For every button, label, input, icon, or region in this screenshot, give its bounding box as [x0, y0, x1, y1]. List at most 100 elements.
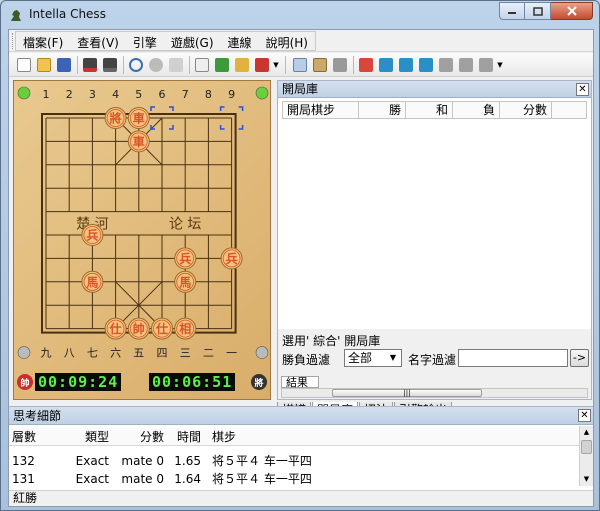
back-button[interactable] — [417, 56, 435, 74]
xiangqi-board[interactable]: 楚 河论 坛123456789九八七六五四三二一將車車兵兵兵馬馬仕帥仕相 — [13, 80, 271, 400]
name-filter-input[interactable] — [458, 349, 568, 367]
win-loss-filter-value: 全部 — [348, 351, 373, 365]
image-icon — [333, 58, 347, 72]
row-type: Exact — [75, 454, 109, 468]
menu-connect[interactable]: 連線 — [221, 32, 259, 50]
row-time: 1.64 — [174, 472, 201, 486]
stop-button[interactable] — [147, 56, 165, 74]
last-move-button[interactable] — [477, 56, 495, 74]
scroll-thumb[interactable] — [581, 440, 592, 454]
undo-icon — [359, 58, 373, 72]
prev-move-button[interactable] — [397, 56, 415, 74]
board-canvas[interactable]: 楚 河论 坛1 2 3 4 5 6 7 8 9九八七六五四三二一將 車車兵兵 兵馬 馬仕帥仕相 — [14, 81, 272, 371]
scroll-up-icon[interactable]: ▲ — [580, 426, 593, 439]
black-side-badge: 將 — [251, 374, 267, 390]
back-icon — [419, 58, 433, 72]
connect-button[interactable] — [213, 56, 231, 74]
column-number: 5 — [135, 88, 142, 101]
menu-view[interactable]: 查看(V) — [70, 32, 126, 50]
toolbar-overflow[interactable]: ▼ — [495, 56, 505, 74]
menu-help[interactable]: 說明(H) — [259, 32, 315, 50]
copy-button[interactable] — [291, 56, 309, 74]
folder-icon — [37, 58, 51, 72]
col-win[interactable]: 勝 — [359, 102, 406, 118]
status-bar: 紅勝 — [9, 490, 593, 506]
col-time[interactable]: 時間 — [169, 428, 201, 446]
window-title: Intella Chess — [29, 7, 106, 21]
col-type[interactable]: 類型 — [69, 428, 109, 446]
win-loss-filter-select[interactable]: 全部 ▼ — [344, 349, 402, 367]
menu-file[interactable]: 檔案(F) — [16, 32, 70, 50]
row-score: mate 0 — [121, 454, 164, 468]
table-row[interactable]: 132 Exact mate 0 1.65 将５平４ 车一平四 — [9, 452, 579, 470]
column-number: 9 — [228, 88, 235, 101]
horizontal-scrollbar[interactable]: ||| — [281, 388, 588, 398]
column-number: 七 — [87, 347, 98, 360]
table-row[interactable]: 131 Exact mate 0 1.64 将５平４ 车一平四 — [9, 470, 579, 488]
title-bar[interactable]: Intella Chess — [1, 1, 599, 29]
flag-dropdown[interactable]: ▼ — [271, 56, 281, 74]
col-draw[interactable]: 和 — [406, 102, 453, 118]
piece-label: 兵 — [179, 251, 191, 266]
close-panel-button[interactable]: ✕ — [576, 83, 589, 96]
col-score[interactable]: 分數 — [500, 102, 552, 118]
vertical-scrollbar[interactable]: ▲ ▼ — [579, 426, 593, 486]
piece-label: 車 — [133, 134, 145, 149]
paste-button[interactable] — [311, 56, 329, 74]
chess-app-icon — [11, 10, 21, 21]
open-button[interactable] — [35, 56, 53, 74]
last-icon — [479, 58, 493, 72]
close-panel-button[interactable]: ✕ — [578, 409, 591, 422]
refresh-button[interactable] — [167, 56, 185, 74]
forward-icon — [439, 58, 453, 72]
piece-label: 帥 — [133, 321, 145, 336]
forward-button[interactable] — [437, 56, 455, 74]
save-icon — [57, 58, 71, 72]
minimize-button[interactable] — [499, 2, 525, 20]
col-loss[interactable]: 負 — [453, 102, 500, 118]
close-icon — [566, 6, 577, 16]
scroll-down-icon[interactable]: ▼ — [580, 473, 593, 486]
lock-icon — [235, 58, 249, 72]
analyze-button[interactable] — [127, 56, 145, 74]
apply-filter-button[interactable]: -> — [570, 349, 589, 367]
piece-label: 仕 — [155, 321, 168, 336]
first-move-button[interactable] — [377, 56, 395, 74]
row-score: mate 0 — [121, 472, 164, 486]
maximize-button[interactable] — [525, 2, 551, 20]
new-button[interactable] — [15, 56, 33, 74]
col-opening-moves[interactable]: 開局棋步 — [283, 102, 359, 118]
column-number: 2 — [66, 88, 73, 101]
col-score[interactable]: 分數 — [117, 428, 164, 446]
board-image-button[interactable] — [331, 56, 349, 74]
maximize-icon — [532, 6, 543, 16]
menu-engine[interactable]: 引擎 — [126, 32, 164, 50]
undo-button[interactable] — [357, 56, 375, 74]
corner-indicator-icon — [255, 346, 269, 359]
column-number: 九 — [41, 347, 52, 360]
scroll-thumb[interactable]: ||| — [332, 389, 482, 397]
win-loss-filter-label: 勝負過濾 — [282, 353, 331, 367]
flag-button[interactable] — [253, 56, 271, 74]
next-move-button[interactable] — [457, 56, 475, 74]
edit-button[interactable] — [193, 56, 211, 74]
thinking-details-title: 思考細節 — [13, 409, 62, 423]
piece-label: 仕 — [109, 321, 122, 336]
copy-icon — [293, 58, 307, 72]
col-move[interactable]: 棋步 — [212, 428, 362, 446]
red-side-badge: 帥 — [17, 374, 33, 390]
piece-label: 相 — [179, 321, 191, 336]
corner-indicator-icon — [255, 86, 269, 100]
new-file-icon — [17, 58, 31, 72]
row-move: 将５平４ 车一平四 — [212, 454, 312, 468]
red-side-button[interactable] — [81, 56, 99, 74]
close-window-button[interactable] — [551, 2, 593, 20]
red-clock: 00:09:24 — [35, 373, 122, 391]
save-button[interactable] — [55, 56, 73, 74]
col-depth[interactable]: 層數 — [12, 428, 52, 446]
result-header: 結果 — [281, 376, 319, 388]
lock-button[interactable] — [233, 56, 251, 74]
black-side-button[interactable] — [101, 56, 119, 74]
menu-game[interactable]: 遊戲(G) — [164, 32, 221, 50]
thinking-details-header: 思考細節 ✕ — [9, 407, 593, 425]
